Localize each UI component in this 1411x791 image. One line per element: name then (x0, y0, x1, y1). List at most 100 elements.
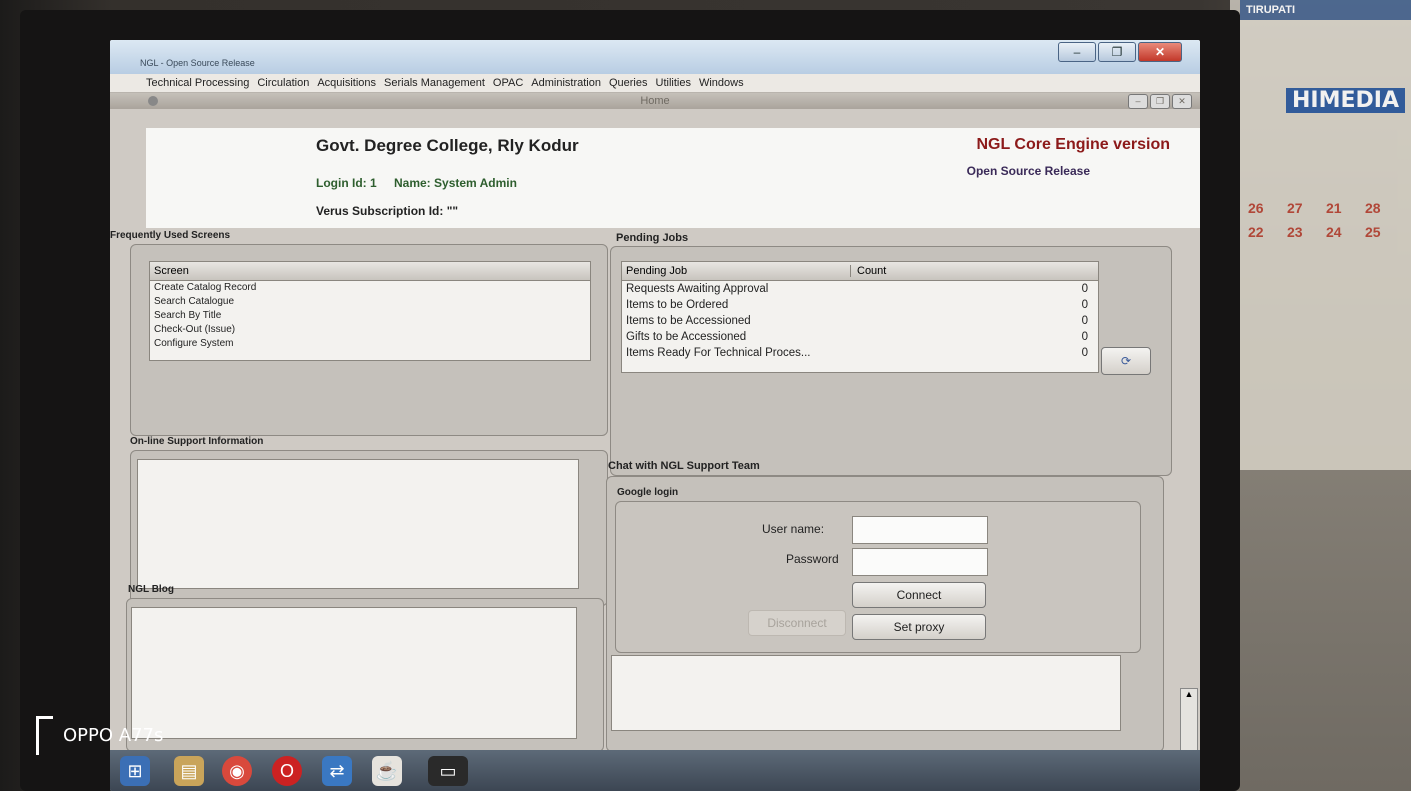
scroll-up-icon[interactable]: ▲ (1181, 689, 1197, 699)
online-support-title: On-line Support Information (130, 436, 264, 447)
menu-acquisitions[interactable]: Acquisitions (317, 77, 376, 89)
username-input[interactable] (852, 516, 988, 544)
pending-job-row[interactable]: Items Ready For Technical Proces... 0 (622, 345, 1098, 361)
menu-queries[interactable]: Queries (609, 77, 648, 89)
google-login-title: Google login (617, 487, 679, 498)
start-icon[interactable]: ⊞ (120, 756, 150, 786)
count-column[interactable]: Count (851, 265, 886, 277)
monitor-screen: NGL - Open Source Release – ❐ ✕ Technica… (110, 40, 1200, 791)
job-count: 0 (1081, 283, 1088, 295)
engine-version: NGL Core Engine version (976, 136, 1170, 153)
pending-job-row[interactable]: Items to be Ordered 0 (622, 297, 1098, 313)
screen-item[interactable]: Configure System (150, 337, 590, 351)
minimize-button[interactable]: – (1058, 42, 1096, 62)
menu-opac[interactable]: OPAC (493, 77, 523, 89)
opera-icon[interactable]: O (272, 756, 302, 786)
password-input[interactable] (852, 548, 988, 576)
home-header: Govt. Degree College, Rly Kodur Login Id… (146, 128, 1200, 228)
wall-calendar: TIRUPATI HIMEDIA 26 27 21 28 22 23 24 25 (1240, 0, 1411, 470)
screen-item[interactable]: Create Catalog Record (150, 281, 590, 295)
frequent-screens-table: Screen Create Catalog Record Search Cata… (149, 261, 591, 361)
pending-jobs-table: Pending Job Count Requests Awaiting Appr… (621, 261, 1099, 373)
screen-column-header[interactable]: Screen (150, 262, 590, 281)
camera-watermark: OPPO A77s (36, 716, 163, 755)
job-name: Requests Awaiting Approval (626, 283, 769, 295)
chat-title: Chat with NGL Support Team (608, 460, 760, 472)
job-name: Items Ready For Technical Proces... (626, 347, 811, 359)
pending-jobs-title: Pending Jobs (616, 232, 689, 244)
screen-item[interactable]: Search Catalogue (150, 295, 590, 309)
frequent-screens-panel: Screen Create Catalog Record Search Cata… (130, 244, 608, 436)
menu-administration[interactable]: Administration (531, 77, 601, 89)
job-count: 0 (1081, 315, 1088, 327)
job-name: Items to be Accessioned (626, 315, 751, 327)
release-label: Open Source Release (966, 164, 1090, 178)
window-controls: – ❐ ✕ (1058, 42, 1182, 62)
menu-technical-processing[interactable]: Technical Processing (146, 77, 249, 89)
job-count: 0 (1081, 331, 1088, 343)
menu-utilities[interactable]: Utilities (656, 77, 691, 89)
job-name: Items to be Ordered (626, 299, 729, 311)
calendar-day: 25 (1365, 224, 1381, 240)
google-login-panel: User name: Password Connect Disconnect S… (615, 501, 1141, 653)
window-titlebar[interactable]: NGL - Open Source Release – ❐ ✕ (110, 40, 1200, 74)
menu-circulation[interactable]: Circulation (257, 77, 309, 89)
job-count: 0 (1081, 299, 1088, 311)
ngl-blog-area[interactable] (131, 607, 577, 739)
set-proxy-button[interactable]: Set proxy (852, 614, 986, 640)
ngl-blog-title: NGL Blog (128, 584, 174, 595)
frame-minimize-button[interactable]: – (1128, 94, 1148, 109)
frame-restore-button[interactable]: ❐ (1150, 94, 1170, 109)
terminal-icon[interactable]: ▭ (428, 756, 468, 786)
verus-subscription: Verus Subscription Id: "" (316, 204, 459, 218)
pending-job-row[interactable]: Items to be Accessioned 0 (622, 313, 1098, 329)
frame-menu-icon[interactable] (148, 96, 158, 106)
login-info: Login Id: 1 Name: System Admin (316, 176, 517, 190)
calendar-day: 22 (1248, 224, 1264, 240)
job-count: 0 (1081, 347, 1088, 359)
window-title: NGL - Open Source Release (140, 58, 255, 68)
refresh-button[interactable]: ⟳ (1101, 347, 1151, 375)
calendar-day: 24 (1326, 224, 1342, 240)
login-id: Login Id: 1 (316, 176, 377, 190)
chrome-icon[interactable]: ◉ (222, 756, 252, 786)
chat-messages-area[interactable] (611, 655, 1121, 731)
pending-job-row[interactable]: Requests Awaiting Approval 0 (622, 281, 1098, 297)
calendar-day: 27 (1287, 200, 1303, 216)
teamviewer-icon[interactable]: ⇄ (322, 756, 352, 786)
taskbar: ⊞ ▤ ◉ O ⇄ ☕ ▭ (110, 750, 1200, 791)
screen-item[interactable]: Search By Title (150, 309, 590, 323)
connect-button[interactable]: Connect (852, 582, 986, 608)
screen-item[interactable]: Check-Out (Issue) (150, 323, 590, 337)
frame-controls: – ❐ ✕ (1128, 94, 1192, 109)
java-icon[interactable]: ☕ (372, 756, 402, 786)
close-button[interactable]: ✕ (1138, 42, 1182, 62)
restore-button[interactable]: ❐ (1098, 42, 1136, 62)
chat-panel: Google login User name: Password Connect… (606, 476, 1164, 752)
calendar-header: TIRUPATI (1240, 0, 1411, 20)
frame-close-button[interactable]: ✕ (1172, 94, 1192, 109)
user-name: Name: System Admin (394, 176, 517, 190)
online-support-panel (130, 450, 608, 606)
oppo-logo-icon (36, 716, 53, 755)
calendar-brand: HIMEDIA (1286, 88, 1405, 113)
calendar-day: 26 (1248, 200, 1264, 216)
calendar-day: 23 (1287, 224, 1303, 240)
disconnect-button[interactable]: Disconnect (748, 610, 846, 636)
college-name: Govt. Degree College, Rly Kodur (316, 136, 579, 155)
menu-bar: Technical Processing Circulation Acquisi… (110, 74, 1200, 93)
pending-job-column[interactable]: Pending Job (622, 265, 851, 277)
refresh-icon: ⟳ (1120, 354, 1132, 368)
menu-windows[interactable]: Windows (699, 77, 744, 89)
password-label: Password (786, 552, 839, 566)
ngl-blog-panel (126, 598, 604, 752)
frequent-screens-title: Frequently Used Screens (110, 230, 231, 241)
job-name: Gifts to be Accessioned (626, 331, 747, 343)
calendar-day: 21 (1326, 200, 1342, 216)
pending-job-row[interactable]: Gifts to be Accessioned 0 (622, 329, 1098, 345)
folder-icon[interactable]: ▤ (174, 756, 204, 786)
menu-serials-management[interactable]: Serials Management (384, 77, 485, 89)
online-support-area[interactable] (137, 459, 579, 589)
pending-jobs-panel: Pending Job Count Requests Awaiting Appr… (610, 246, 1172, 476)
internal-frame-titlebar[interactable]: Home – ❐ ✕ (110, 93, 1200, 109)
